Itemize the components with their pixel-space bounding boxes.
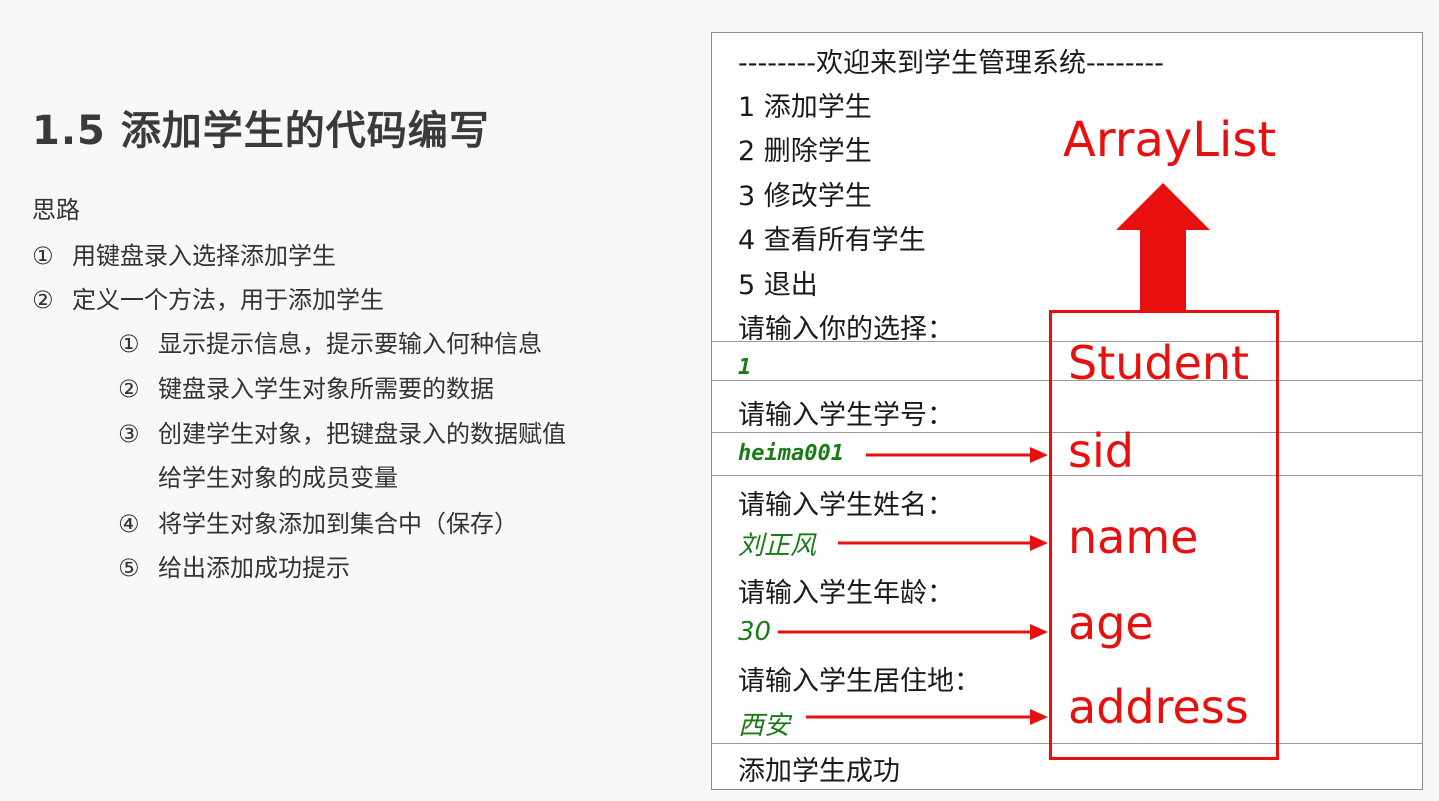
field-sid: sid bbox=[1068, 424, 1134, 478]
field-address: address bbox=[1068, 680, 1249, 734]
name-arrow-icon bbox=[838, 535, 1048, 551]
sid-arrow-icon bbox=[866, 447, 1048, 463]
up-arrow-icon bbox=[1116, 183, 1210, 310]
field-name: name bbox=[1068, 510, 1199, 564]
class-name-label: Student bbox=[1068, 336, 1250, 390]
field-age: age bbox=[1068, 596, 1154, 650]
age-arrow-icon bbox=[778, 624, 1048, 640]
address-arrow-icon bbox=[806, 709, 1048, 725]
